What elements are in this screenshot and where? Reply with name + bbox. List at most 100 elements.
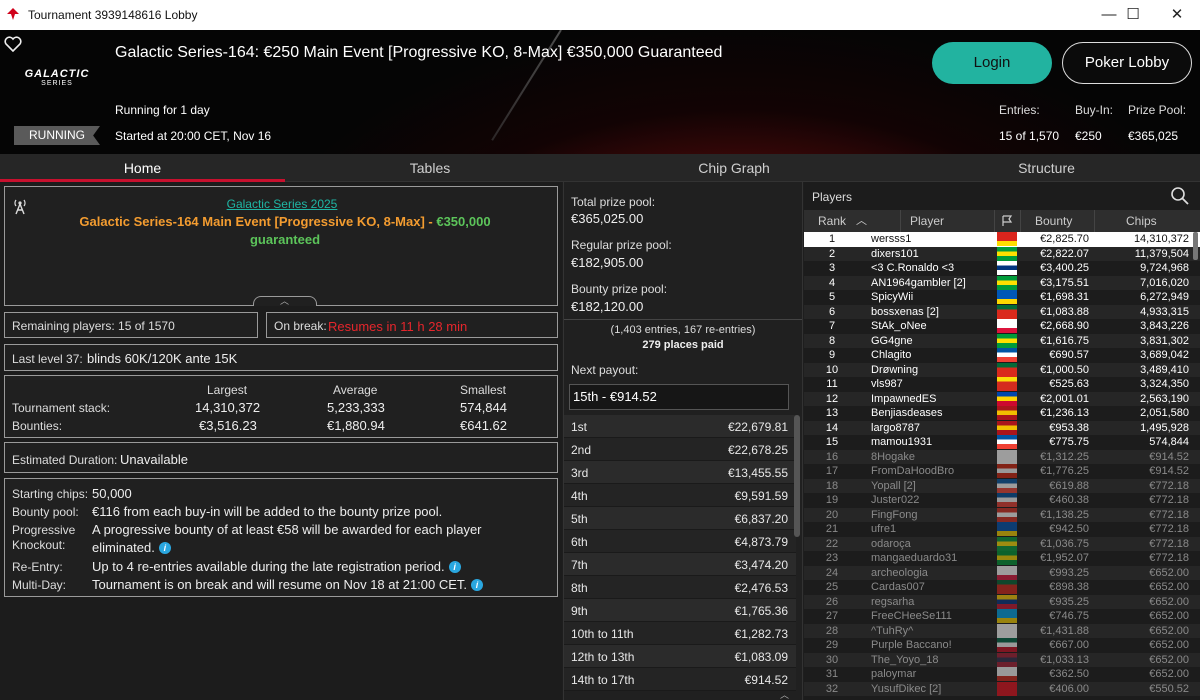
player-row[interactable]: 24 archeologia €993.25 €652.00 [804, 565, 1200, 580]
bounty-average: €1,880.94 [327, 418, 385, 433]
player-rank: 29 [825, 639, 839, 651]
galactic-series-logo: GALACTIC SERIES [14, 68, 100, 87]
window-title: Tournament 3939148616 Lobby [28, 8, 198, 22]
status-badge: RUNNING [14, 126, 100, 145]
player-row[interactable]: 29 Purple Baccano! €667.00 €652.00 [804, 638, 1200, 653]
search-icon[interactable] [1170, 186, 1190, 206]
player-row[interactable]: 23 mangaeduardo31 €1,952.07 €772.18 [804, 551, 1200, 566]
payout-amount: €3,474.20 [734, 558, 788, 572]
info-icon[interactable]: i [158, 542, 171, 554]
country-flag-icon [997, 638, 1017, 652]
player-row[interactable]: 20 FingFong €1,138.25 €772.18 [804, 507, 1200, 522]
flag-icon[interactable] [1001, 215, 1013, 227]
payout-row: 12th to 13th €1,083.09 [564, 645, 796, 668]
player-row[interactable]: 15 mamou1931 €775.75 574,844 [804, 435, 1200, 450]
player-row[interactable]: 13 Benjiasdeases €1,236.13 2,051,580 [804, 406, 1200, 421]
payout-row: 1st €22,679.81 [564, 415, 796, 438]
player-bounty: €775.75 [1049, 436, 1089, 448]
row-bounties-label: Bounties: [12, 419, 63, 433]
player-name: 8Hogake [871, 450, 916, 463]
col-chips[interactable]: Chips [1126, 214, 1157, 228]
stack-average: 5,233,333 [327, 400, 385, 415]
payout-amount: €1,765.36 [734, 604, 788, 618]
player-row[interactable]: 18 Yopall [2] €619.88 €772.18 [804, 478, 1200, 493]
player-row[interactable]: 9 Chlagito €690.57 3,689,042 [804, 348, 1200, 363]
player-row[interactable]: 7 StAk_oNee €2,668.90 3,843,226 [804, 319, 1200, 334]
close-button[interactable]: ✕ [1154, 0, 1200, 30]
info-icon[interactable]: i [471, 579, 484, 591]
payout-row: 14th to 17th €914.52 [564, 668, 796, 691]
player-row[interactable]: 2 dixers101 €2,822.07 11,379,504 [804, 246, 1200, 261]
multiday-label: Multi-Day: [12, 578, 67, 592]
player-row[interactable]: 8 GG4gne €1,616.75 3,831,302 [804, 333, 1200, 348]
bounty-smallest: €641.62 [460, 418, 507, 433]
tab-structure[interactable]: Structure [893, 154, 1200, 182]
player-row[interactable]: 22 odaroça €1,036.75 €772.18 [804, 536, 1200, 551]
sort-up-icon[interactable]: ︿ [856, 212, 867, 228]
player-row[interactable]: 6 bossxenas [2] €1,083.88 4,933,315 [804, 304, 1200, 319]
tab-tables[interactable]: Tables [285, 154, 575, 182]
player-rank: 21 [825, 523, 839, 535]
player-name: bossxenas [2] [871, 305, 939, 318]
poker-lobby-button[interactable]: Poker Lobby [1062, 42, 1192, 84]
country-flag-icon [997, 464, 1017, 478]
buyin-value: €250 [1075, 129, 1102, 143]
player-name: wersss1 [871, 233, 912, 245]
col-rank[interactable]: Rank [818, 214, 846, 228]
player-row[interactable]: 12 ImpawnedES €2,001.01 2,563,190 [804, 391, 1200, 406]
player-row[interactable]: 30 The_Yoyo_18 €1,033.13 €652.00 [804, 652, 1200, 667]
player-row[interactable]: 4 AN1964gambler [2] €3,175.51 7,016,020 [804, 275, 1200, 290]
player-row[interactable]: 1 wersss1 €2,825.70 14,310,372 [804, 232, 1200, 247]
player-row[interactable]: 3 <3 C.Ronaldo <3 €3,400.25 9,724,968 [804, 261, 1200, 276]
player-rank: 26 [825, 595, 839, 608]
on-break-label: On break: [274, 319, 327, 333]
estimated-duration-box: Estimated Duration: Unavailable [4, 442, 558, 473]
player-row[interactable]: 27 FreeCHeeSe111 €746.75 €652.00 [804, 609, 1200, 624]
player-chips: €652.00 [1149, 581, 1189, 593]
bounty-largest: €3,516.23 [199, 418, 257, 433]
player-name: Drøwning [871, 363, 919, 376]
col-player[interactable]: Player [910, 214, 944, 228]
player-row[interactable]: 28 ^TuhRy^ €1,431.88 €652.00 [804, 623, 1200, 638]
player-row[interactable]: 26 regsarha €935.25 €652.00 [804, 594, 1200, 609]
series-link[interactable]: Galactic Series 2025 [5, 197, 559, 211]
column-separator [1094, 210, 1095, 232]
entries-label: Entries: [999, 103, 1040, 117]
player-row[interactable]: 11 vls987 €525.63 3,324,350 [804, 377, 1200, 392]
player-row[interactable]: 14 largo8787 €953.38 1,495,928 [804, 420, 1200, 435]
payout-scrollbar[interactable] [794, 415, 800, 537]
player-rank: 16 [825, 450, 839, 463]
chevron-up-icon[interactable]: ︿ [280, 294, 289, 307]
tab-chip-graph[interactable]: Chip Graph [575, 154, 893, 182]
heart-icon[interactable] [4, 36, 22, 52]
start-time: Started at 20:00 CET, Nov 16 [115, 129, 272, 143]
player-name: FingFong [871, 508, 918, 521]
player-bounty: €942.50 [1049, 523, 1089, 535]
player-row[interactable]: 32 YusufDikec [2] €406.00 €550.52 [804, 681, 1200, 696]
country-flag-icon [997, 377, 1017, 391]
player-bounty: €1,000.50 [1040, 363, 1089, 376]
player-rank: 28 [825, 624, 839, 637]
player-row[interactable]: 17 FromDaHoodBro €1,776.25 €914.52 [804, 464, 1200, 479]
payout-amount: €4,873.79 [734, 535, 788, 549]
player-row[interactable]: 19 Juster022 €460.38 €772.18 [804, 493, 1200, 508]
player-row[interactable]: 25 Cardas007 €898.38 €652.00 [804, 580, 1200, 595]
players-list: 1 wersss1 €2,825.70 14,310,372 2 dixers101 €2,… [804, 232, 1200, 696]
player-row[interactable]: 31 paloymar €362.50 €652.00 [804, 667, 1200, 682]
maximize-button[interactable]: ☐ [1110, 0, 1156, 30]
player-chips: 14,310,372 [1133, 233, 1189, 245]
player-chips: €772.18 [1149, 479, 1189, 492]
player-row[interactable]: 5 SpicyWii €1,698.31 6,272,949 [804, 290, 1200, 305]
info-icon[interactable]: i [448, 561, 461, 573]
player-row[interactable]: 16 8Hogake €1,312.25 €914.52 [804, 449, 1200, 464]
chevron-up-icon[interactable]: ︿ [780, 688, 789, 700]
login-button[interactable]: Login [932, 42, 1052, 84]
players-scrollbar[interactable] [1193, 232, 1198, 260]
remaining-players: Remaining players: 15 of 1570 [12, 319, 175, 333]
player-row[interactable]: 10 Drøwning €1,000.50 3,489,410 [804, 362, 1200, 377]
payout-amount: €1,083.09 [734, 650, 788, 664]
col-bounty[interactable]: Bounty [1035, 214, 1072, 228]
payout-row: 6th €4,873.79 [564, 530, 796, 553]
player-row[interactable]: 21 ufre1 €942.50 €772.18 [804, 522, 1200, 537]
tab-home[interactable]: Home [0, 154, 285, 182]
